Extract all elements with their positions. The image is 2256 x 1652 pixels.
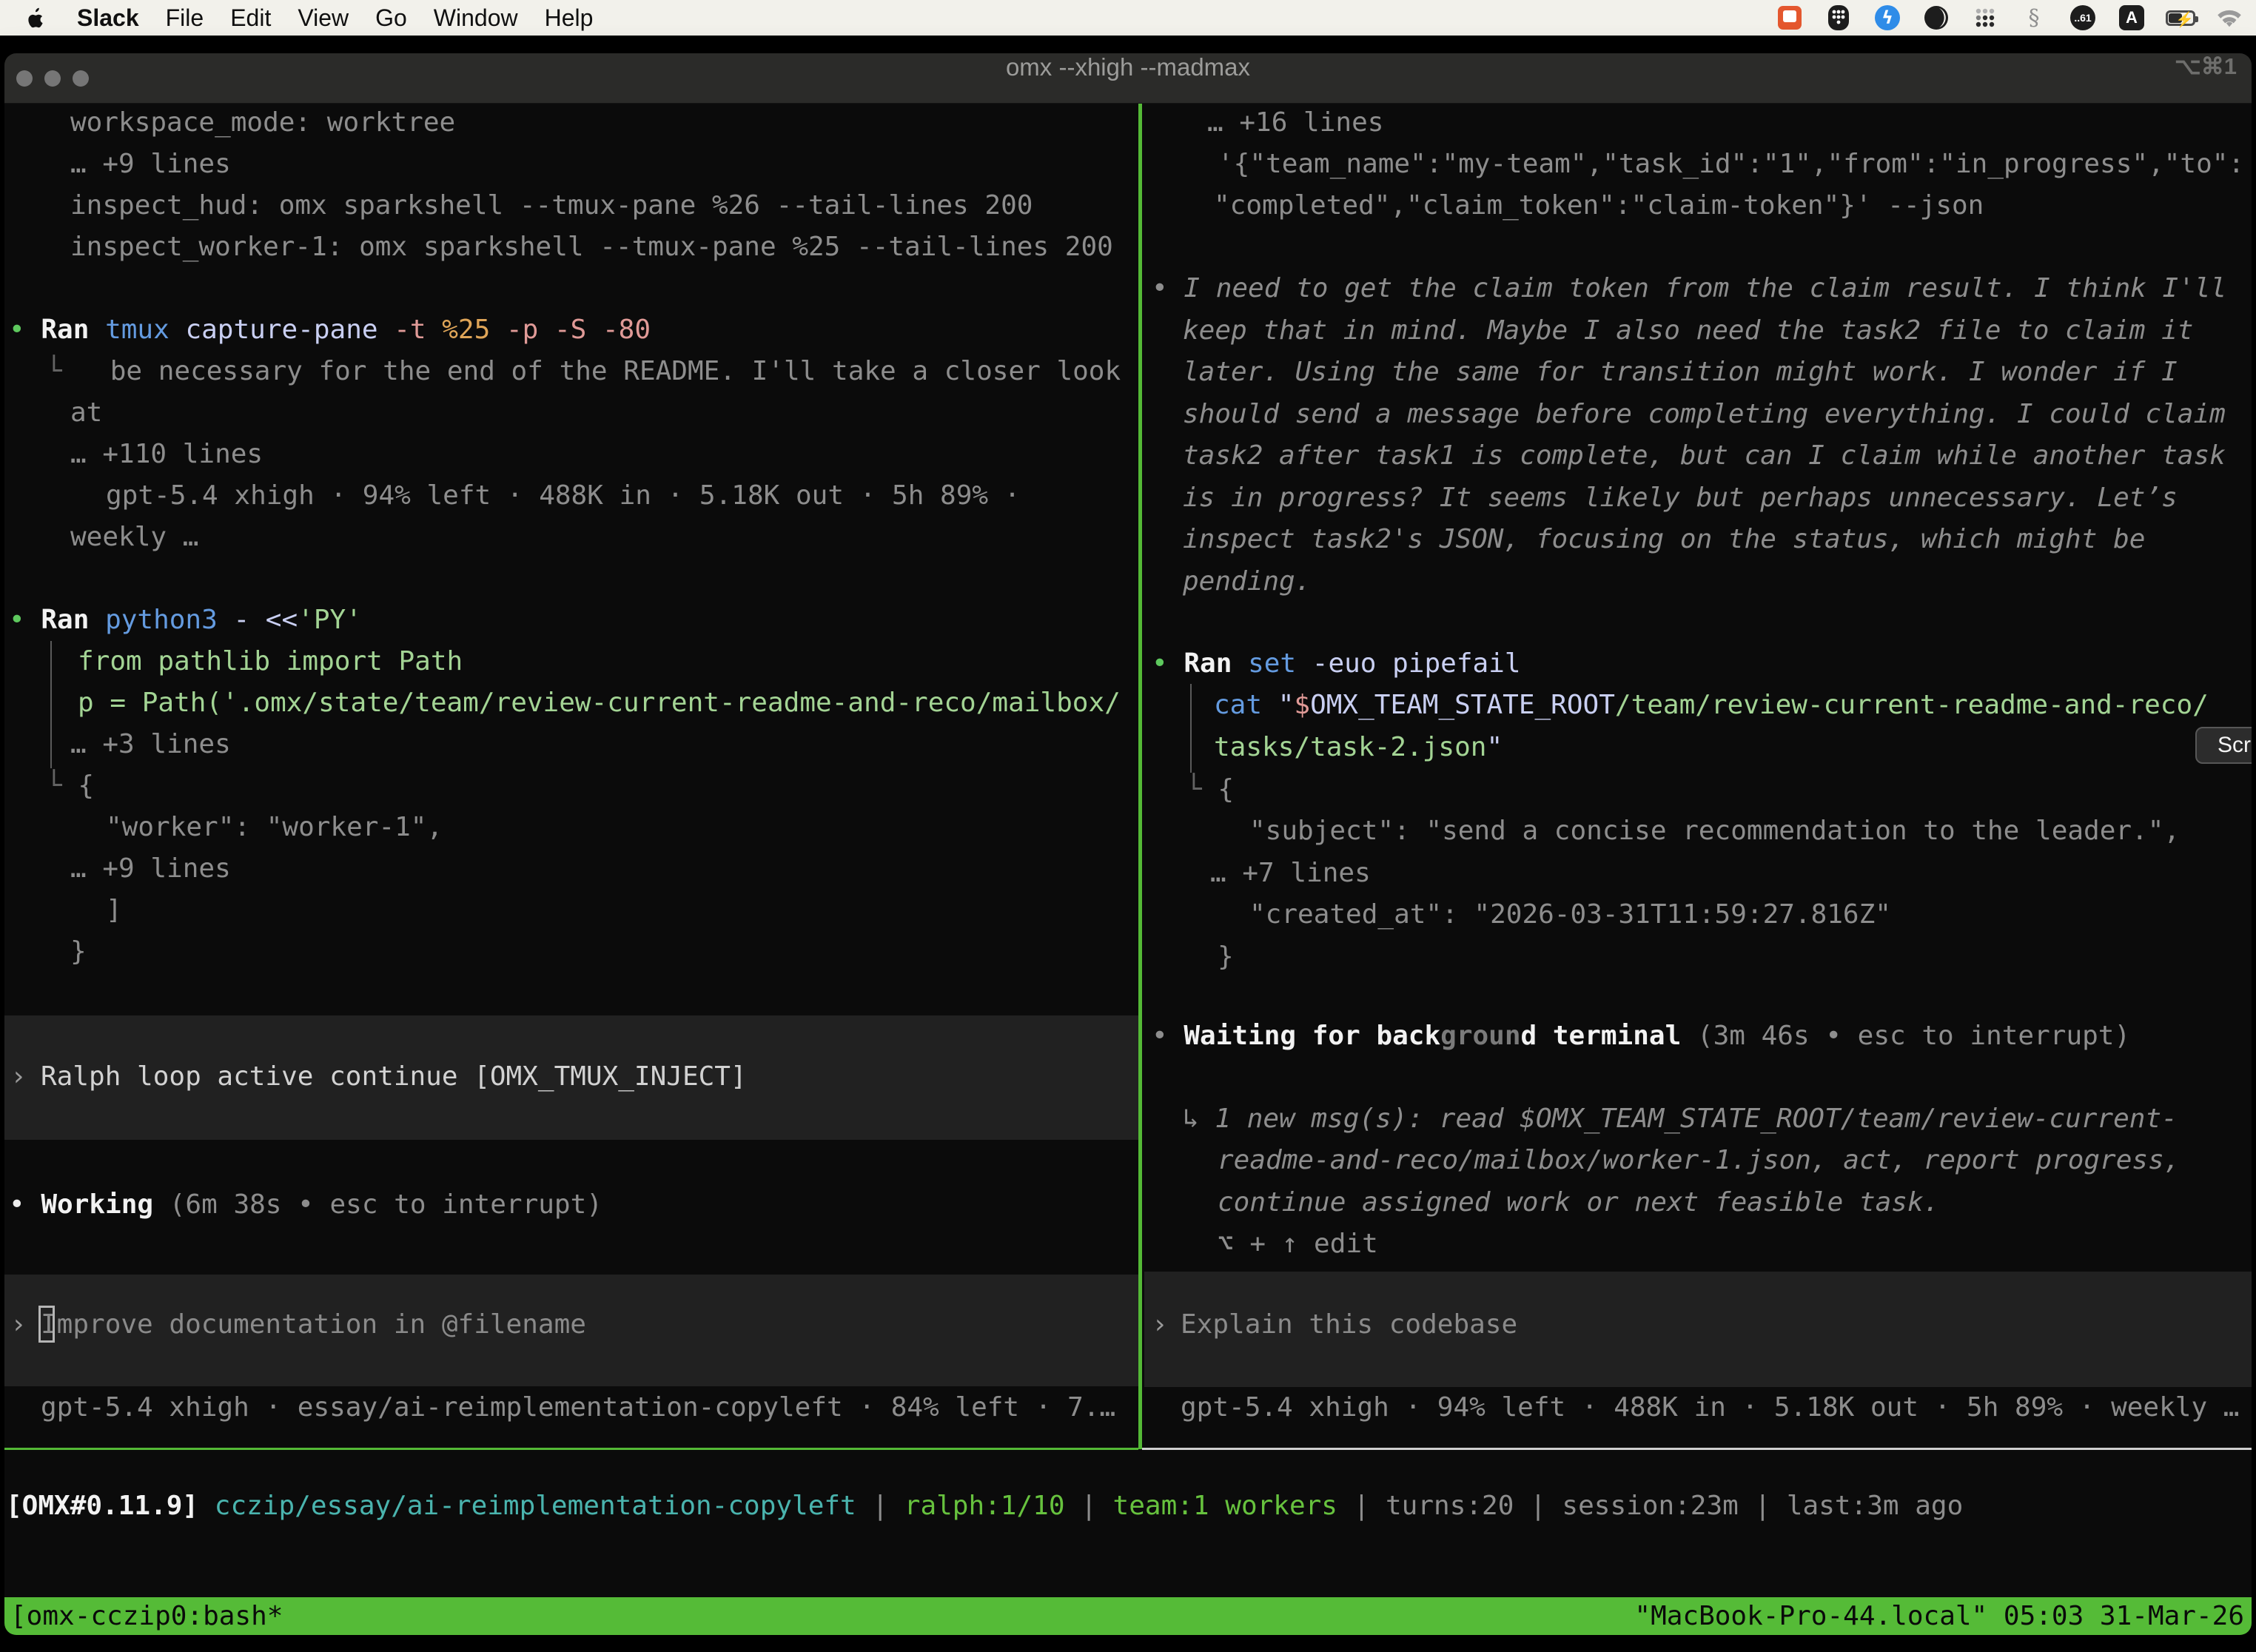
- text-cursor[interactable]: [38, 1306, 55, 1343]
- terminal-line: └ be necessary for the end of the README…: [46, 351, 1121, 392]
- chat-app-icon[interactable]: [1775, 3, 1805, 33]
- terminal-line: inspect task2's JSON, focusing on the st…: [1183, 519, 2145, 560]
- tmux-host-clock: "MacBook-Pro-44.local" 05:03 31-Mar-26: [1634, 1597, 2244, 1635]
- ralph-loop-banner[interactable]: › Ralph loop active continue [OMX_TMUX_IN…: [4, 1015, 1138, 1140]
- cat-connector-line: [1190, 684, 1192, 773]
- terminal-line: is in progress? It seems likely but perh…: [1183, 477, 2178, 519]
- terminal-line: from pathlib import Path: [78, 641, 463, 682]
- prompt-chevron-icon: ›: [10, 1304, 27, 1346]
- window-title-bar[interactable]: omx --xhigh --madmax ⌥⌘1: [4, 53, 2252, 104]
- terminal-line: gpt-5.4 xhigh · essay/ai-reimplementatio…: [41, 1387, 1115, 1428]
- input-source-icon[interactable]: A: [2117, 3, 2146, 33]
- terminal-line: … +110 lines: [70, 434, 263, 475]
- terminal-line: pending.: [1183, 561, 1311, 602]
- terminal-line: … +3 lines: [70, 724, 231, 765]
- menu-item-help[interactable]: Help: [545, 4, 594, 32]
- terminal-line: task2 after task1 is complete, but can I…: [1183, 435, 2226, 477]
- terminal-line: ↳ 1 new msg(s): read $OMX_TEAM_STATE_ROO…: [1183, 1098, 2178, 1140]
- terminal-line: gpt-5.4 xhigh · 94% left · 488K in · 5.1…: [1181, 1387, 2239, 1428]
- terminal-line: • Ran set -euo pipefail: [1152, 643, 1521, 685]
- terminal-line: later. Using the same for transition mig…: [1183, 352, 2178, 393]
- keypad-shield-icon[interactable]: [1824, 3, 1853, 33]
- terminal-line: … +9 lines: [70, 144, 231, 185]
- terminal-line: … +7 lines: [1210, 853, 1371, 894]
- terminal-line: }: [1218, 936, 1234, 978]
- menu-item-edit[interactable]: Edit: [230, 4, 271, 32]
- terminal-line: … +16 lines: [1207, 102, 1383, 144]
- prompt-input-right[interactable]: › Explain this codebase: [1144, 1272, 2252, 1387]
- pane-bottom-border-left: [4, 1448, 1138, 1450]
- terminal-line: [OMX#0.11.9] cczip/essay/ai-reimplementa…: [6, 1485, 1963, 1527]
- terminal-line: "worker": "worker-1",: [106, 807, 443, 848]
- terminal-line: inspect_worker-1: omx sparkshell --tmux-…: [70, 226, 1113, 268]
- terminal-line: inspect_hud: omx sparkshell --tmux-pane …: [70, 185, 1033, 226]
- menu-app-name[interactable]: Slack: [77, 4, 139, 32]
- prompt-input-left[interactable]: › Improve documentation in @filename: [4, 1275, 1138, 1386]
- terminal-line: ]: [106, 890, 122, 931]
- battery-icon[interactable]: ⚡: [2166, 3, 2195, 33]
- menu-item-file[interactable]: File: [166, 4, 204, 32]
- terminal-line: • Ran tmux capture-pane -t %25 -p -S -80: [9, 309, 651, 351]
- terminal-line: "subject": "send a concise recommendatio…: [1249, 810, 2180, 852]
- terminal-line: • I need to get the claim token from the…: [1152, 268, 2226, 309]
- dots-grid-icon[interactable]: [1970, 3, 2000, 33]
- terminal-line: • Waiting for background terminal (3m 46…: [1152, 1015, 2130, 1057]
- prompt-text: Explain this codebase: [1181, 1304, 1517, 1346]
- terminal-line: └ {: [46, 765, 94, 807]
- pane-divider: [1138, 104, 1142, 1449]
- terminal-line: "created_at": "2026-03-31T11:59:27.816Z": [1249, 894, 1891, 936]
- terminal-line: workspace_mode: worktree: [70, 102, 455, 144]
- prompt-text: Ralph loop active continue [OMX_TMUX_INJ…: [41, 1056, 747, 1098]
- menu-bar: Slack File Edit View Go Window Help ϟ: [0, 0, 2256, 36]
- terminal-line: "completed","claim_token":"claim-token"}…: [1214, 185, 1984, 226]
- terminal-line: ⌥ + ↑ edit: [1218, 1223, 1378, 1265]
- terminal-line: gpt-5.4 xhigh · 94% left · 488K in · 5.1…: [106, 475, 1020, 517]
- terminal-line: cat "$OMX_TEAM_STATE_ROOT/team/review-cu…: [1214, 685, 2209, 726]
- terminal-line: └ {: [1186, 769, 1234, 810]
- terminal-line: weekly …: [70, 517, 198, 558]
- terminal-line: }: [70, 931, 87, 973]
- prompt-chevron-icon: ›: [1152, 1304, 1168, 1346]
- menu-item-window[interactable]: Window: [434, 4, 518, 32]
- pane-bottom-border-right: [1142, 1448, 2252, 1450]
- screen-tooltip: Scre: [2195, 727, 2252, 764]
- terminal-line: • Ran python3 - <<'PY': [9, 600, 362, 641]
- menu-item-view[interactable]: View: [298, 4, 349, 32]
- heredoc-connector-line: [50, 641, 52, 768]
- terminal-line: p = Path('.omx/state/team/review-current…: [78, 682, 1121, 724]
- squiggle-icon[interactable]: §: [2019, 3, 2049, 33]
- messenger-icon[interactable]: ϟ: [1873, 3, 1902, 33]
- wifi-icon[interactable]: [2215, 3, 2244, 33]
- menu-status-icons: ϟ § ..61 A ⚡: [1775, 3, 2256, 33]
- apple-menu[interactable]: [21, 3, 50, 33]
- moon-icon[interactable]: [1921, 3, 1951, 33]
- apple-icon: [27, 7, 44, 28]
- terminal-line: should send a message before completing …: [1183, 394, 2226, 435]
- terminal-line: '{"team_name":"my-team","task_id":"1","f…: [1218, 144, 2244, 185]
- terminal-line: keep that in mind. Maybe I also need the…: [1183, 310, 2193, 352]
- terminal-line: … +9 lines: [70, 848, 231, 890]
- tmux-session-label: [omx-cczip0:bash*: [10, 1597, 283, 1635]
- window-title: omx --xhigh --madmax: [4, 53, 2252, 104]
- terminal-window: omx --xhigh --madmax ⌥⌘1 workspace_mode:…: [4, 53, 2252, 1635]
- prompt-chevron-icon: ›: [10, 1056, 27, 1098]
- prompt-text: Improve documentation in @filename: [41, 1304, 586, 1346]
- menu-item-go[interactable]: Go: [375, 4, 407, 32]
- terminal-line: tasks/task-2.json": [1214, 727, 1503, 768]
- terminal-line: • Working (6m 38s • esc to interrupt): [9, 1184, 602, 1226]
- terminal-line: at: [70, 392, 102, 434]
- tmux-status-bar: [omx-cczip0:bash* "MacBook-Pro-44.local"…: [4, 1597, 2252, 1635]
- window-shortcut: ⌥⌘1: [2175, 53, 2237, 104]
- timer-badge-icon[interactable]: ..61: [2068, 3, 2098, 33]
- terminal-line: continue assigned work or next feasible …: [1218, 1182, 1939, 1223]
- terminal-line: readme-and-reco/mailbox/worker-1.json, a…: [1218, 1140, 2180, 1181]
